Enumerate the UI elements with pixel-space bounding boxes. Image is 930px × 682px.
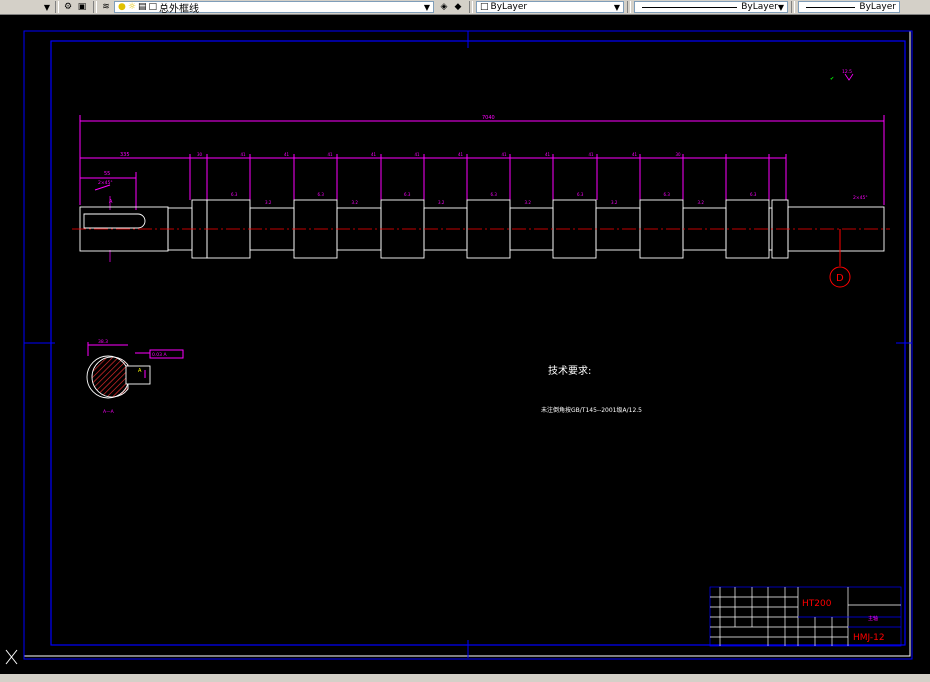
section-caption: A—A	[103, 409, 115, 415]
make-current-icon[interactable]: ◈	[438, 2, 450, 13]
toolbar-separator	[93, 1, 97, 13]
chamfer-text: 2×45°	[98, 180, 113, 186]
spacing-dim-text: 41	[371, 152, 377, 157]
part-name-text: 主轴	[868, 615, 878, 622]
gear-icon[interactable]: ⚙	[62, 2, 74, 13]
ucs-icon	[5, 649, 18, 665]
material-text: HT200	[802, 599, 832, 609]
spacing-dim-text: 30	[197, 152, 203, 157]
general-roughness-symbol: ✔ 12.5	[830, 69, 854, 82]
roughness-mark-text: 6.3	[664, 192, 671, 197]
layer-state-icon[interactable]: ▣	[76, 2, 88, 13]
lineweight-value: ByLayer	[859, 2, 896, 12]
sheet-outer-border	[23, 30, 911, 657]
spacing-dim-text: 41	[241, 152, 247, 157]
small-roughness-text: 3.2	[611, 200, 618, 205]
layer-dropdown[interactable]: ● ☼ ▤ □ 总外框线 ▼	[114, 1, 434, 15]
color-swatch-icon: □	[148, 2, 157, 12]
overall-length-text: 7040	[482, 115, 495, 121]
spacing-dim-text: 41	[632, 152, 638, 157]
color-value: ByLayer	[490, 2, 528, 12]
spacing-dim-text: 41	[502, 152, 508, 157]
title-block: HT200 主轴 HMJ-12	[709, 586, 902, 647]
prev-dropdown-arrow[interactable]: ▼	[0, 0, 52, 14]
tech-req-title: 技术要求:	[548, 364, 591, 377]
layers-icon[interactable]: ≋	[100, 2, 112, 13]
drawing-canvas[interactable]: 7040 335 30 41 41 41 41 41 41 41 41 41 41 30 6.3 6.3 6…	[0, 15, 930, 682]
small-roughness-text: 3.2	[698, 200, 705, 205]
spacing-dim-text: 41	[284, 152, 290, 157]
toolbar-separator	[55, 1, 59, 13]
color-swatch-icon: □	[480, 2, 489, 12]
linetype-dropdown[interactable]: ByLayer ▼	[634, 1, 788, 13]
keyway-length-text: 55	[104, 171, 110, 177]
toolbar-separator	[627, 1, 631, 13]
segment-dimension-chain: 335 30 41 41 41 41 41 41 41 41 41 41 30 6.3 6.3 6.3 6.3…	[80, 152, 787, 205]
layer-previous-icon[interactable]: ◆	[452, 2, 464, 13]
toolbar-separator	[791, 1, 795, 13]
keyway-dimension: 55 2×45° A	[80, 171, 137, 262]
status-bar	[0, 674, 930, 682]
spacing-dim-text: 41	[415, 152, 421, 157]
spacing-dim-text: 41	[328, 152, 334, 157]
first-segment-text: 335	[120, 152, 130, 158]
tech-req-line: 未注倒角按GB/T145--2001级A/12.5	[541, 406, 642, 414]
overall-dimension: 7040	[79, 115, 885, 205]
spacing-dim-text: 41	[458, 152, 464, 157]
section-hatch	[91, 356, 129, 398]
toolbar-separator	[469, 1, 473, 13]
right-end-annotations: 2×45° D	[829, 195, 868, 288]
linetype-preview	[642, 6, 738, 8]
lineweight-dropdown[interactable]: ByLayer	[798, 1, 900, 13]
spacing-dim-text: 41	[589, 152, 595, 157]
roughness-value: 12.5	[842, 69, 852, 75]
datum-mark: A	[138, 368, 142, 374]
roughness-note-icon: ✔	[830, 76, 834, 82]
roughness-mark-text: 6.3	[491, 192, 498, 197]
section-view: 38.3 0.03 A A A—A	[86, 339, 184, 415]
chevron-down-icon: ▼	[613, 2, 620, 12]
section-mark-top: A	[109, 199, 113, 205]
roughness-mark-text: 6.3	[577, 192, 584, 197]
lineweight-preview	[806, 6, 856, 8]
spacing-dim-text: 41	[545, 152, 551, 157]
section-dim-text: 38.3	[98, 339, 108, 345]
sun-icon: ☼	[127, 2, 136, 12]
drawing-no-text: HMJ-12	[853, 633, 885, 643]
roughness-mark-text: 6.3	[231, 192, 238, 197]
layer-name: 总外框线	[158, 3, 199, 15]
keyway-slot	[83, 213, 146, 229]
small-roughness-text: 3.2	[265, 200, 272, 205]
linetype-value: ByLayer	[741, 2, 778, 12]
spacing-dim-text: 30	[676, 152, 682, 157]
chevron-down-icon: ▼	[777, 2, 784, 12]
roughness-mark-text: 6.3	[404, 192, 411, 197]
section-label: D	[836, 273, 844, 284]
color-dropdown[interactable]: □ ByLayer ▼	[476, 1, 624, 13]
section-tol-text: 0.03 A	[152, 352, 167, 358]
lightbulb-icon: ●	[118, 2, 126, 12]
end-chamfer-text: 2×45°	[853, 195, 868, 201]
sheet-inner-border	[50, 40, 906, 646]
sheet-limit-border	[23, 30, 913, 660]
roughness-mark-text: 6.3	[750, 192, 757, 197]
chevron-down-icon: ▼	[423, 2, 430, 12]
lock-icon: ▤	[137, 2, 147, 12]
small-roughness-text: 3.2	[352, 200, 359, 205]
small-roughness-text: 3.2	[438, 200, 445, 205]
roughness-mark-text: 6.3	[318, 192, 325, 197]
properties-toolbar: ▼ ⚙ ▣ ≋ ● ☼ ▤ □ 总外框线 ▼ ◈ ◆ □ ByLayer ▼ B…	[0, 0, 930, 15]
small-roughness-text: 3.2	[525, 200, 532, 205]
